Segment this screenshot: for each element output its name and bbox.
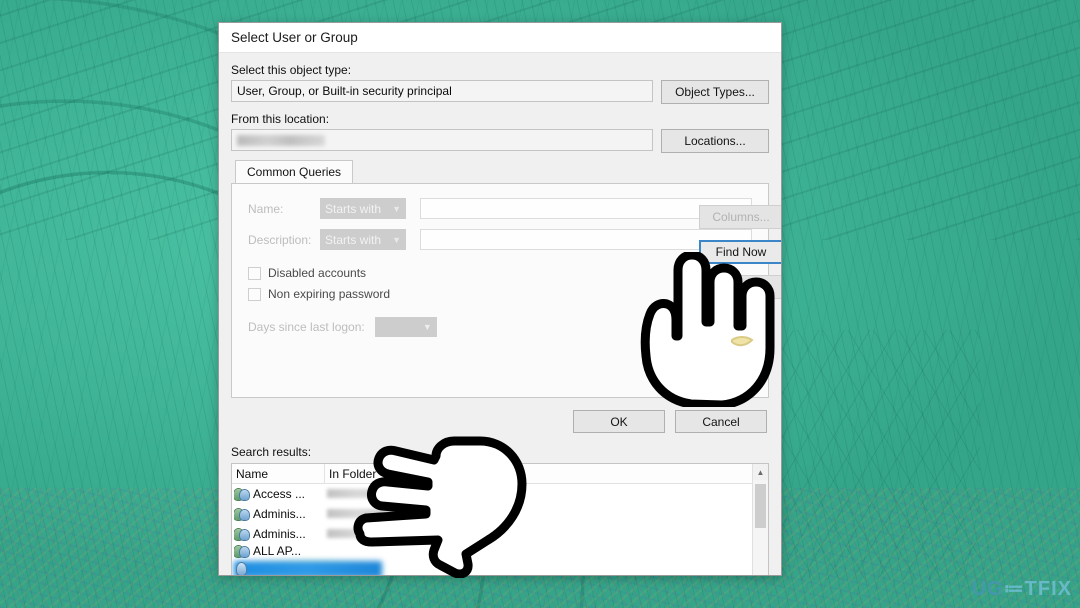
- row-name-text: Adminis...: [253, 507, 306, 521]
- row-name-cell: [234, 562, 327, 576]
- search-results-label: Search results:: [231, 445, 312, 459]
- location-label: From this location:: [231, 112, 330, 126]
- location-value-redacted: [237, 134, 325, 146]
- stop-button[interactable]: Stop: [699, 275, 781, 299]
- table-row[interactable]: Adminis...: [232, 504, 752, 524]
- location-row: Locations...: [231, 129, 769, 153]
- description-query-label: Description:: [248, 232, 312, 247]
- location-field[interactable]: [231, 129, 653, 151]
- group-icon: [234, 544, 250, 558]
- name-query-row: Name: Starts with ▼: [248, 198, 752, 219]
- search-results-list[interactable]: Name In Folder Access ... Adminis... Adm…: [231, 463, 769, 576]
- dialog-action-row: OK Cancel: [231, 410, 769, 433]
- disabled-accounts-row[interactable]: Disabled accounts: [248, 266, 752, 280]
- watermark-part3: TFIX: [1024, 578, 1072, 600]
- disabled-accounts-label: Disabled accounts: [268, 266, 367, 280]
- object-types-button[interactable]: Object Types...: [661, 80, 769, 104]
- days-since-last-logon-row: Days since last logon: ▼: [248, 317, 752, 337]
- days-since-last-logon-label: Days since last logon:: [248, 320, 365, 334]
- chevron-down-icon: ▼: [392, 234, 401, 245]
- table-row[interactable]: Adminis...: [232, 524, 752, 544]
- tabstrip: Common Queries: [231, 160, 769, 183]
- tab-common-queries[interactable]: Common Queries: [235, 160, 354, 183]
- description-operator-value: Starts with: [325, 232, 382, 247]
- column-header-spacer: [427, 464, 752, 483]
- row-name-cell: Access ...: [234, 487, 327, 502]
- dialog-titlebar: Select User or Group: [219, 23, 781, 53]
- chevron-down-icon: ▼: [422, 322, 432, 332]
- disabled-accounts-checkbox[interactable]: [248, 266, 261, 280]
- ok-button[interactable]: OK: [573, 410, 665, 433]
- description-query-row: Description: Starts with ▼: [248, 229, 752, 250]
- row-name-cell: Adminis...: [234, 507, 327, 522]
- name-operator-select[interactable]: Starts with ▼: [320, 198, 406, 219]
- chevron-down-icon: ▼: [392, 203, 401, 214]
- object-type-value: User, Group, or Built-in security princi…: [237, 84, 452, 98]
- row-name-text: Access ...: [253, 487, 306, 501]
- row-folder-redacted: [327, 509, 403, 518]
- row-name-text: ALL AP...: [253, 544, 302, 558]
- name-operator-value: Starts with: [325, 201, 382, 216]
- screenshot-root: UG≔TFIX Select User or Group Select this…: [0, 0, 1080, 608]
- name-query-label: Name:: [248, 201, 284, 216]
- dialog-title: Select User or Group: [231, 30, 358, 45]
- row-folder-redacted: [327, 529, 403, 538]
- scrollbar-thumb[interactable]: [755, 484, 766, 528]
- watermark-part1: UG: [971, 578, 1004, 600]
- common-queries-panel: Name: Starts with ▼ Description: Starts …: [231, 183, 769, 398]
- object-type-label: Select this object type:: [231, 63, 352, 77]
- group-icon: [234, 527, 250, 542]
- watermark-part2: ≔: [1003, 578, 1025, 600]
- row-name-cell: ALL AP...: [234, 544, 327, 558]
- table-row[interactable]: ALL AP...: [232, 544, 752, 558]
- user-icon: [234, 562, 250, 576]
- non-expiring-password-checkbox[interactable]: [248, 287, 261, 301]
- row-folder-cell: [327, 487, 429, 501]
- days-since-last-logon-select[interactable]: ▼: [374, 317, 437, 337]
- search-results-content: Name In Folder Access ... Adminis... Adm…: [232, 464, 752, 576]
- columns-button[interactable]: Columns...: [699, 205, 781, 229]
- group-icon: [234, 507, 250, 522]
- object-type-row: User, Group, or Built-in security princi…: [231, 80, 769, 104]
- non-expiring-password-label: Non expiring password: [268, 287, 391, 301]
- cancel-button[interactable]: Cancel: [675, 410, 767, 433]
- select-user-or-group-dialog: Select User or Group Select this object …: [218, 22, 782, 576]
- find-now-button[interactable]: Find Now: [699, 240, 781, 264]
- results-vertical-scrollbar[interactable]: ▲: [752, 464, 768, 575]
- locations-button[interactable]: Locations...: [661, 129, 769, 153]
- table-row-selected[interactable]: [232, 558, 752, 576]
- description-operator-select[interactable]: Starts with ▼: [320, 229, 406, 250]
- column-header-in-folder[interactable]: In Folder: [325, 464, 427, 483]
- non-expiring-password-row[interactable]: Non expiring password: [248, 287, 752, 301]
- group-icon: [234, 487, 250, 502]
- row-folder-cell: [327, 527, 429, 541]
- ugetfix-watermark: UG≔TFIX: [972, 576, 1072, 601]
- row-name-cell: Adminis...: [234, 527, 327, 542]
- dialog-body: Select this object type: User, Group, or…: [219, 53, 781, 576]
- row-name-text: Adminis...: [253, 527, 306, 541]
- scroll-up-arrow-icon[interactable]: ▲: [753, 464, 768, 480]
- object-type-field[interactable]: User, Group, or Built-in security princi…: [231, 80, 653, 102]
- row-folder-redacted: [327, 489, 403, 498]
- column-header-name[interactable]: Name: [232, 464, 325, 483]
- search-results-header: Name In Folder: [232, 464, 752, 484]
- side-action-buttons: Columns... Find Now Stop: [699, 205, 781, 299]
- table-row[interactable]: Access ...: [232, 484, 752, 504]
- row-folder-cell: [327, 507, 429, 521]
